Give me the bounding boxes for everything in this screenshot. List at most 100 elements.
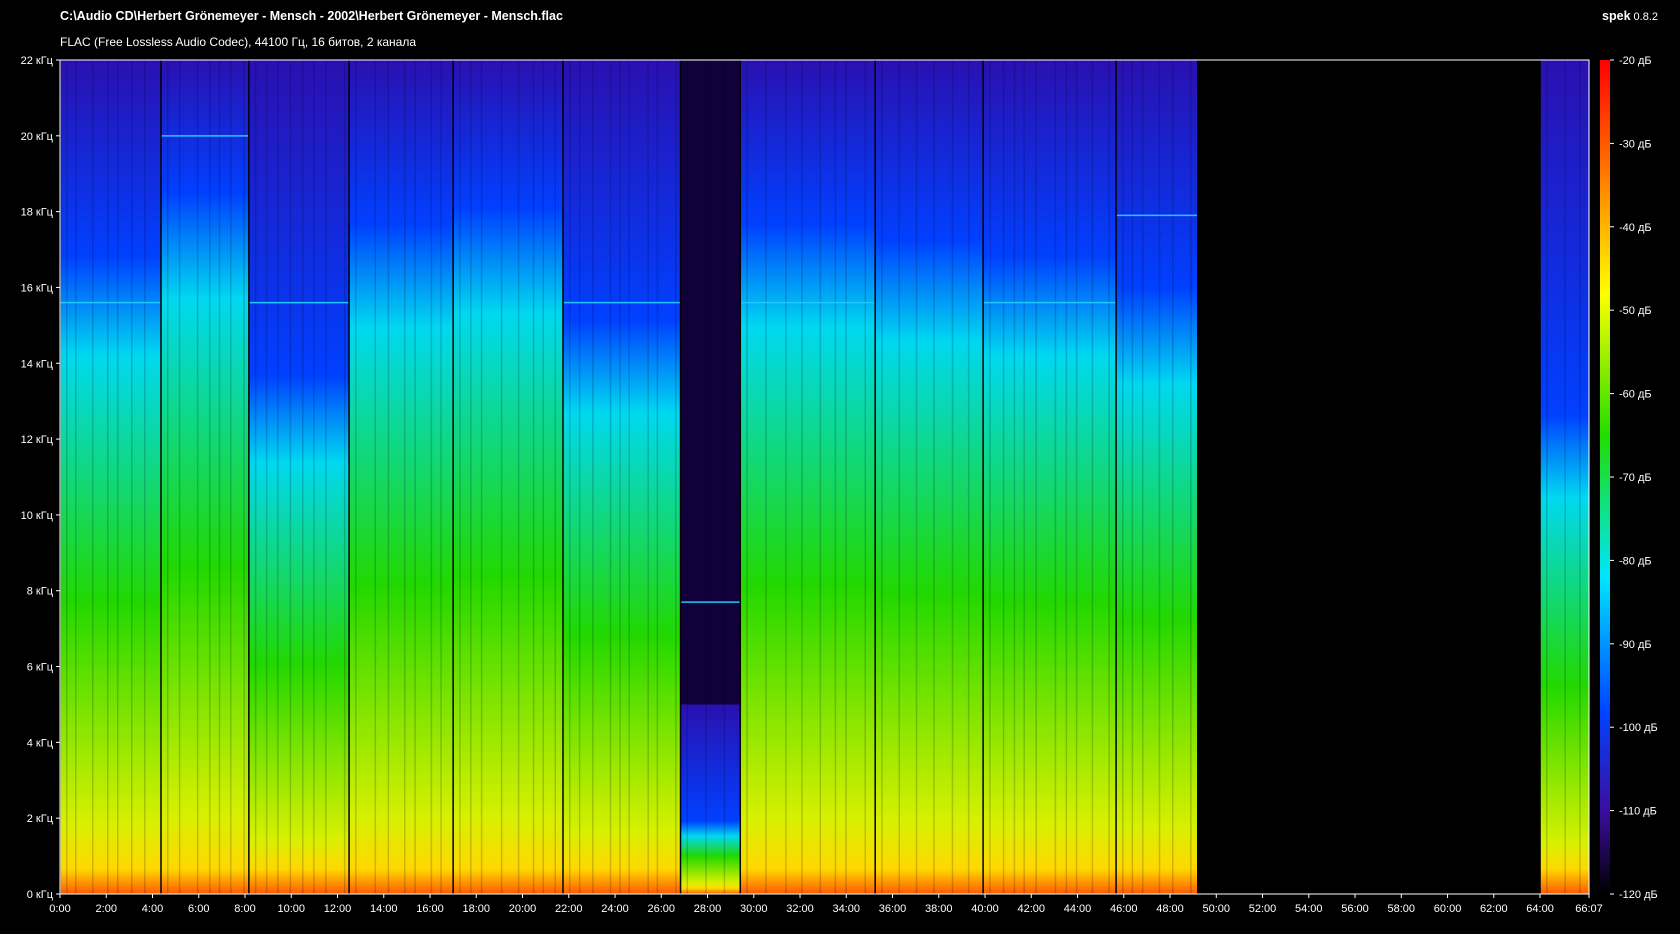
x-tick-label: 64:00 [1526, 903, 1554, 915]
colorbar-tick-label: -60 дБ [1619, 389, 1652, 401]
texture-stripe [414, 60, 416, 894]
texture-stripe [1172, 60, 1174, 894]
x-tick-label: 60:00 [1434, 903, 1462, 915]
texture-stripe [1131, 60, 1134, 894]
x-tick-label: 10:00 [277, 903, 305, 915]
x-tick-label: 24:00 [601, 903, 629, 915]
texture-stripe [1190, 60, 1192, 894]
texture-stripe [819, 60, 822, 894]
x-tick-label: 2:00 [96, 903, 117, 915]
texture-stripe [404, 60, 406, 894]
texture-stripe [723, 60, 726, 894]
x-tick-label: 20:00 [509, 903, 537, 915]
colorbar [1600, 60, 1610, 894]
x-tick-label: 18:00 [462, 903, 490, 915]
texture-stripe [967, 60, 970, 894]
texture-stripe [302, 60, 304, 894]
texture-stripe [834, 60, 837, 894]
texture-stripe [325, 60, 327, 894]
y-tick-label: 14 кГц [21, 358, 54, 370]
texture-stripe [554, 60, 556, 894]
y-tick-label: 12 кГц [21, 434, 54, 446]
texture-stripe [243, 60, 245, 894]
texture-stripe [898, 60, 900, 894]
texture-stripe [578, 60, 581, 894]
x-tick-label: 52:00 [1249, 903, 1277, 915]
y-tick-label: 4 кГц [27, 737, 54, 749]
texture-stripe [1108, 60, 1110, 894]
frequency-axis: 0 кГц 2 кГц 4 кГц 6 кГц 8 кГц 10 кГц 12 кГц 14 … [21, 55, 60, 901]
y-tick-label: 16 кГц [21, 282, 54, 294]
texture-stripe [131, 60, 133, 894]
colorbar-axis: -20 дБ -30 дБ -40 дБ -50 дБ -60 дБ -70 дБ -80 … [1610, 55, 1658, 901]
track-spectrum [562, 60, 681, 894]
silence-block [1197, 60, 1541, 894]
track-spectrum [680, 704, 741, 894]
track-spectrum [875, 60, 984, 894]
texture-stripe [313, 60, 315, 894]
colorbar-tick-label: -50 дБ [1619, 305, 1652, 317]
x-tick-label: 16:00 [416, 903, 444, 915]
texture-stripe [1023, 60, 1025, 894]
x-tick-label: 48:00 [1156, 903, 1184, 915]
colorbar-tick-label: -20 дБ [1619, 55, 1652, 67]
texture-stripe [675, 60, 677, 894]
texture-stripe [1122, 60, 1124, 894]
texture-stripe [592, 60, 594, 894]
x-tick-label: 22:00 [555, 903, 583, 915]
x-tick-label: 14:00 [370, 903, 398, 915]
texture-stripe [532, 60, 535, 894]
texture-stripe [387, 60, 390, 894]
texture-stripe [117, 60, 119, 894]
texture-stripe [374, 60, 377, 894]
texture-stripe [933, 60, 935, 894]
texture-stripe [440, 60, 442, 894]
texture-stripe [1546, 60, 1548, 894]
x-tick-label: 28:00 [694, 903, 722, 915]
texture-stripe [1075, 60, 1078, 894]
x-tick-label: 40:00 [971, 903, 999, 915]
x-tick-label: 0:00 [49, 903, 70, 915]
track-spectrum [160, 60, 249, 894]
texture-stripe [542, 60, 545, 894]
texture-stripe [686, 60, 689, 894]
x-tick-label: 46:00 [1110, 903, 1138, 915]
texture-stripe [1579, 60, 1581, 894]
spectrogram-area [59, 60, 1589, 894]
texture-stripe [1054, 60, 1057, 894]
texture-stripe [166, 60, 169, 894]
texture-stripe [144, 60, 146, 894]
texture-stripe [430, 60, 433, 894]
texture-stripe [989, 60, 991, 894]
texture-stripe [355, 60, 357, 894]
texture-stripe [480, 60, 483, 894]
time-axis: 0:00 2:00 4:00 6:00 8:00 10:00 12:00 14:00 16:00… [49, 894, 1603, 915]
texture-stripe [1564, 60, 1566, 894]
y-tick-label: 8 кГц [27, 586, 54, 598]
texture-stripe [343, 60, 346, 894]
texture-stripe [107, 60, 109, 894]
x-tick-label: 44:00 [1064, 903, 1092, 915]
x-tick-label: 36:00 [879, 903, 907, 915]
colorbar-tick-label: -120 дБ [1619, 889, 1658, 901]
texture-stripe [656, 60, 659, 894]
x-tick-label: 8:00 [234, 903, 255, 915]
colorbar-tick-label: -110 дБ [1619, 806, 1657, 818]
x-tick-label: 4:00 [142, 903, 163, 915]
texture-stripe [459, 60, 461, 894]
colorbar-tick-label: -80 дБ [1619, 555, 1652, 567]
texture-stripe [845, 60, 847, 894]
x-tick-label: 42:00 [1018, 903, 1046, 915]
texture-stripe [785, 60, 787, 894]
x-tick-label: 50:00 [1203, 903, 1231, 915]
texture-stripe [881, 60, 883, 894]
colorbar-tick-label: -30 дБ [1619, 138, 1652, 150]
texture-stripe [1035, 60, 1037, 894]
x-tick-label: 32:00 [786, 903, 814, 915]
texture-stripe [609, 60, 612, 894]
texture-stripe [230, 60, 232, 894]
x-tick-label: 58:00 [1388, 903, 1416, 915]
texture-stripe [864, 60, 867, 894]
y-tick-label: 18 кГц [21, 207, 54, 219]
track-spectrum [349, 60, 454, 894]
